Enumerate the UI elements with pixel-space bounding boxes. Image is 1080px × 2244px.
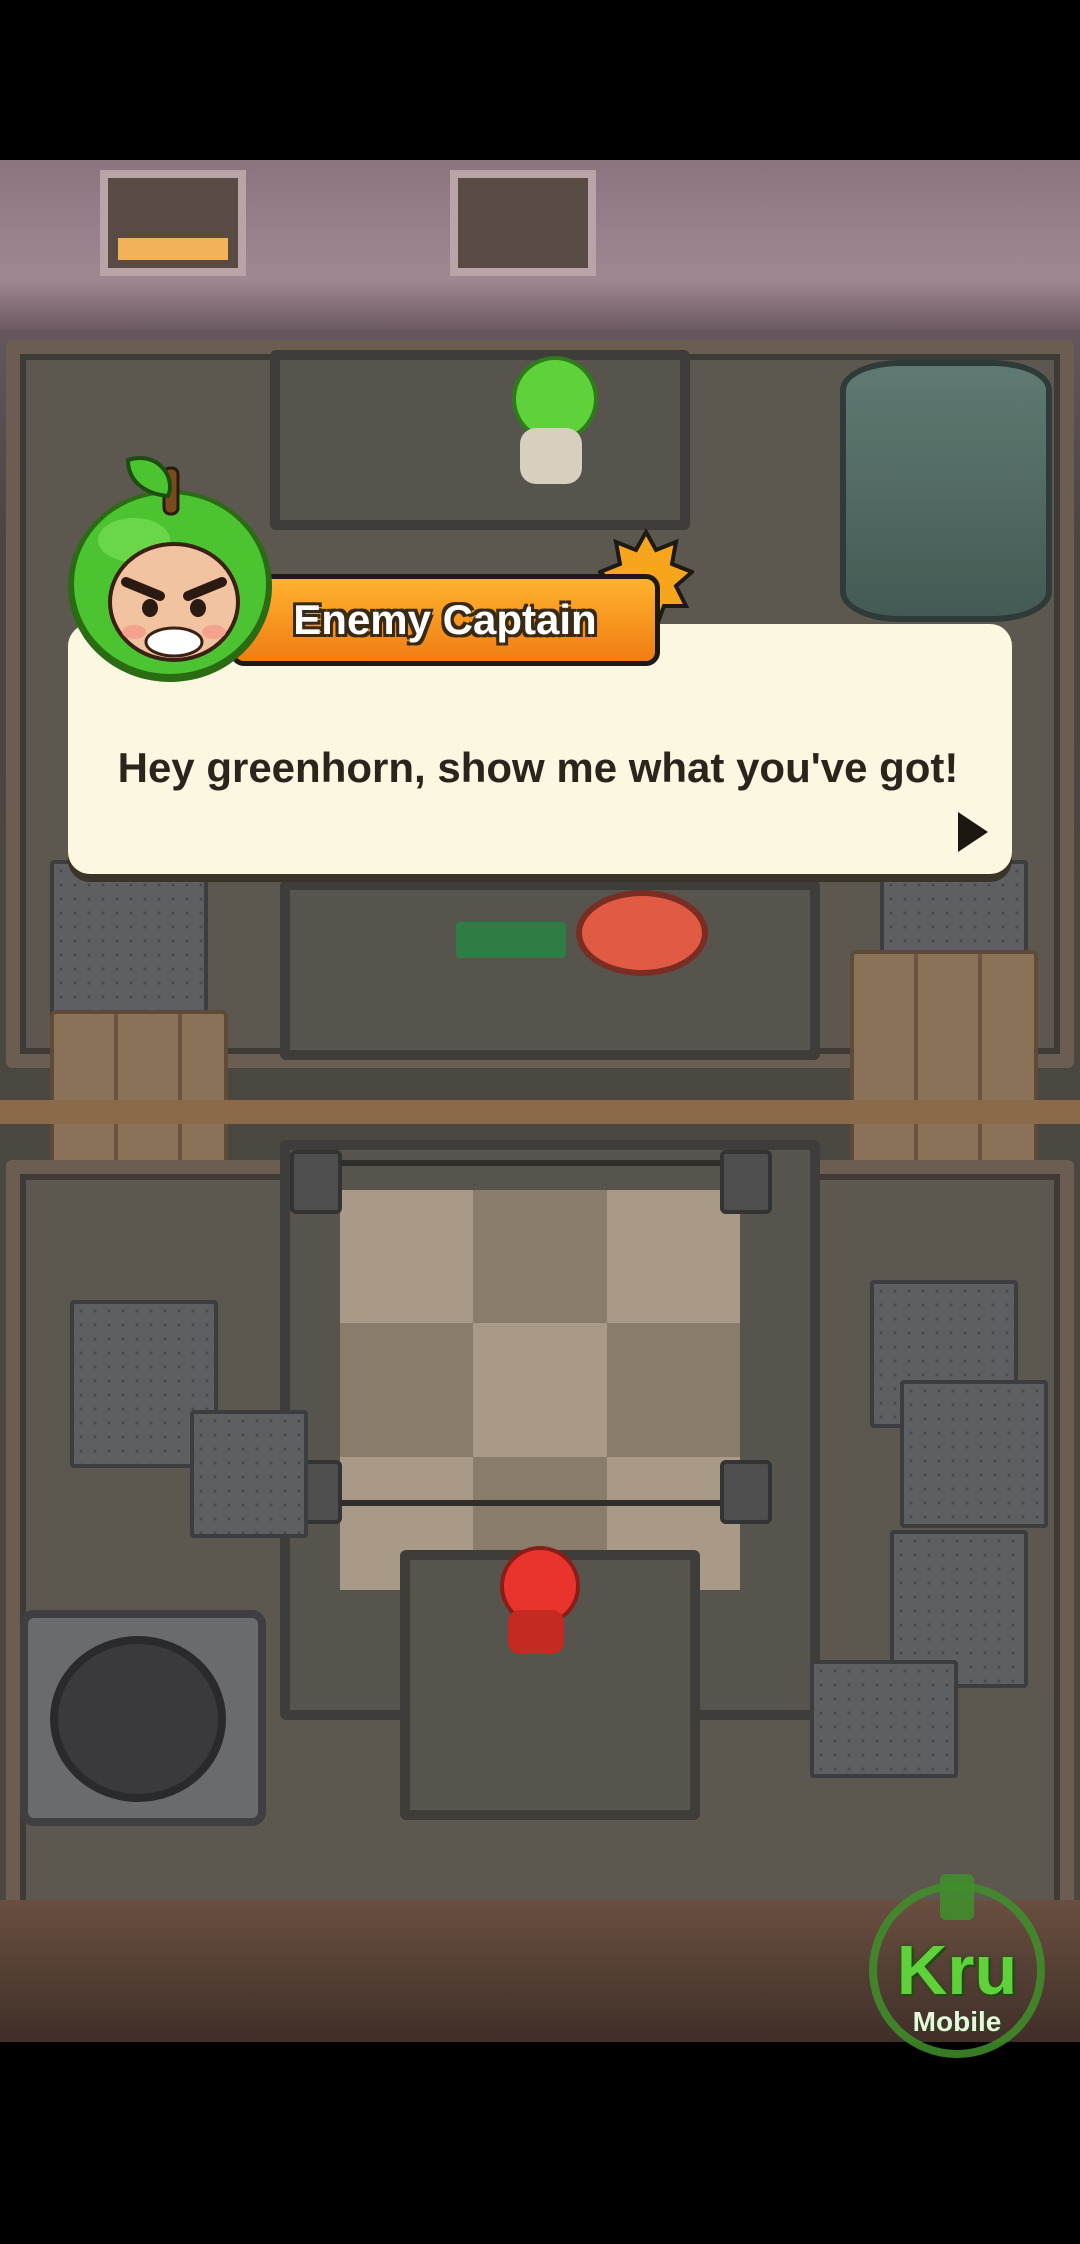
air-conditioner-unit xyxy=(20,1610,266,1826)
arena-corner-post xyxy=(290,1150,342,1214)
fan-icon xyxy=(50,1636,226,1802)
metal-plate xyxy=(900,1380,1048,1528)
arena-corner-post xyxy=(720,1150,772,1214)
dialog-text: Hey greenhorn, show me what you've got! xyxy=(117,744,959,791)
arena-rope xyxy=(340,1160,720,1166)
game-scene[interactable] xyxy=(0,160,1080,2042)
exit-sign xyxy=(456,922,566,958)
watermark-logo: Kru Mobile xyxy=(852,1870,1062,2060)
building-exterior xyxy=(0,160,1080,330)
arena-floor[interactable] xyxy=(340,1190,740,1590)
metal-plate xyxy=(810,1660,958,1778)
water-tank xyxy=(840,360,1052,622)
enemy-captain-avatar xyxy=(68,456,272,682)
watermark-title: Kru xyxy=(896,1931,1018,2009)
enemy-captain-body xyxy=(520,428,582,484)
arena-corner-post xyxy=(720,1460,772,1524)
metal-plate xyxy=(50,860,208,1018)
room-divider xyxy=(0,1100,1080,1124)
speaker-name-tag: Enemy Captain xyxy=(230,574,660,666)
speaker-name: Enemy Captain xyxy=(293,596,597,643)
arena-rope xyxy=(340,1500,720,1506)
no-entry-sign xyxy=(576,890,708,976)
watermark-subtitle: Mobile xyxy=(912,2006,1002,2037)
enemy-platform xyxy=(270,350,690,530)
player-body xyxy=(508,1610,564,1654)
upper-gate xyxy=(280,880,820,1060)
building-window xyxy=(450,170,596,276)
play-arrow-icon[interactable] xyxy=(958,812,988,852)
building-window xyxy=(100,170,246,276)
metal-plate xyxy=(190,1410,308,1538)
